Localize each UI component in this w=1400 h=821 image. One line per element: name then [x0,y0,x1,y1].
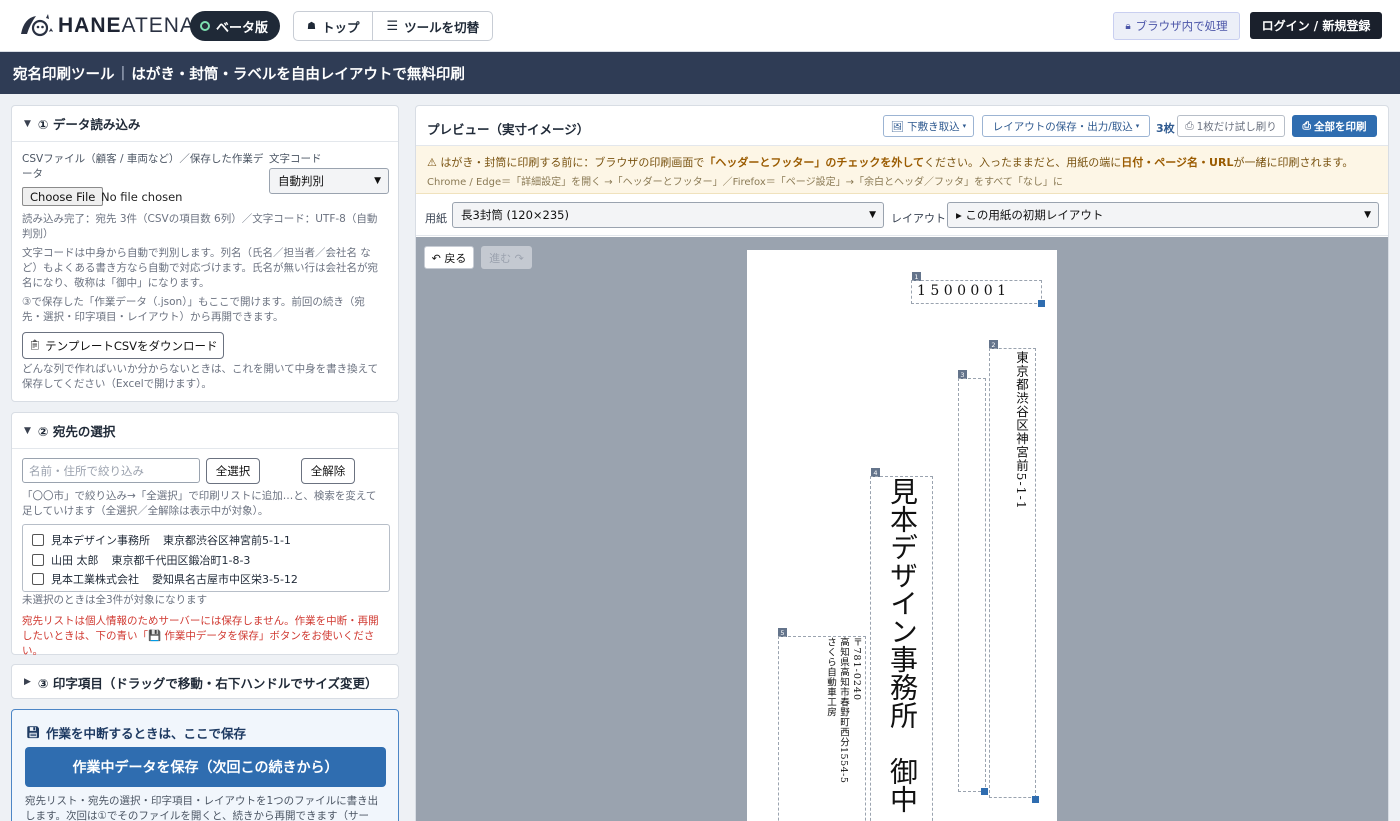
layout-select[interactable]: ▸ この用紙の初期レイアウト ▼ [947,202,1379,228]
feather-logo-icon [18,12,56,40]
layout-label: レイアウト [891,212,946,225]
notice-line-2: Chrome / Edge＝「詳細設定」を開く →「ヘッダーとフッター」／Fir… [427,177,1063,188]
logo[interactable]: HANEATENA [18,12,195,40]
status-dot-icon [200,21,210,31]
recipient-selection-section: ▼ ② 宛先の選択 名前・住所で絞り込み 全選択 全解除 「〇〇市」で絞り込み→「… [11,412,399,657]
privacy-warning: 宛先リストは個人情報のためサーバーには保存しません。作業を中断・再開したいときは… [22,615,379,657]
save-section-title: 💾︎ 作業を中断するときは、ここで保存 [26,726,246,741]
unselected-note: 未選択のときは全3件が対象になります [22,594,208,606]
recipient-selection-header[interactable]: ▼ ② 宛先の選択 [12,413,398,449]
beta-badge: ベータ版 [190,11,281,41]
redo-button[interactable]: 進む ↷ [481,246,532,269]
caret-down-icon: ▾ [1135,122,1140,130]
list-item[interactable]: 山田 太郎 東京都千代田区鍛冶町1-8-3 [32,552,250,568]
sheet-count: 3枚 [1156,122,1175,135]
page-subtitle: はがき・封筒・ラベルを自由レイアウトで無料印刷 [131,66,465,83]
template-csv-download-button[interactable]: 📋︎ テンプレートCSVをダウンロード [22,332,224,359]
chevron-down-icon: ▼ [374,176,381,186]
floppy-disk-icon: 💾︎ [26,726,40,739]
paper-settings-row: 用紙 長3封筒 (120×235) ▼ レイアウト ▸ この用紙の初期レイアウト ▼ [416,194,1388,236]
menu-icon: ☰ [386,18,399,34]
select-all-button[interactable]: 全選択 [206,458,260,484]
filter-help: 「〇〇市」で絞り込み→「全選択」で印刷リストに追加…と、検索を変えて足していけま… [22,490,377,517]
collapse-triangle-icon: ▼ [24,425,31,436]
checkbox[interactable] [32,573,44,585]
clear-all-button[interactable]: 全解除 [301,458,355,484]
preview-panel: プレビュー（実寸イメージ） 🖼︎ 下敷き取込 ▾ レイアウトの保存・出力/取込 ▾ 3… [415,105,1389,821]
paper-label: 用紙 [425,212,447,225]
charset-select[interactable]: 自動判別 ▼ [269,168,389,194]
home-icon: ☗ [307,20,316,32]
undo-button[interactable]: ↶ 戻る [424,246,474,269]
lock-icon: 🔒︎ [1125,20,1131,32]
print-items-header[interactable]: ▶ ③ 印字項目（ドラッグで移動・右下ハンドルでサイズ変更） [12,665,398,699]
print-header-notice: ⚠︎ はがき・封筒に印刷する前に：ブラウザの印刷画面で「ヘッダーとフッター」のチ… [416,146,1388,194]
chevron-down-icon: ▼ [869,210,876,220]
chevron-down-icon: ▼ [1364,210,1371,220]
recipient-name-text: 見本デザイン事務所 御中 [886,477,919,813]
nav-top-button[interactable]: ☗ トップ [294,12,372,40]
import-background-button[interactable]: 🖼︎ 下敷き取込 ▾ [883,115,974,137]
sender-address-text: 高知県高知市春野町西分1554-5 [838,637,849,784]
page-title: 宛名印刷ツール [13,66,115,83]
layout-save-menu-button[interactable]: レイアウトの保存・出力/取込 ▾ [982,115,1150,137]
notice-line-1: ⚠︎ はがき・封筒に印刷する前に：ブラウザの印刷画面で「ヘッダーとフッター」のチ… [427,156,1354,169]
nav-group: ☗ トップ ☰ ツールを切替 [293,11,494,41]
expand-triangle-icon: ▶ [24,677,31,687]
caret-down-icon: ▾ [962,122,967,130]
load-status: 読み込み完了：宛先 3件（CSVの項目数 6列）／文字コード：UTF-8（自動判… [22,213,378,240]
template-help: どんな列で作ればいいか分からないときは、これを開いて中身を書き換えて保存してくだ… [22,363,379,390]
envelope-paper: 1 1 5 0 0 0 0 1 2 東京都渋谷区神宮前5-1-1 3 4 見本デ… [747,250,1057,821]
list-item[interactable]: 見本工業株式会社 愛知県名古屋市中区栄3-5-12 [32,571,298,587]
logo-text: HANEATENA [58,14,195,37]
preview-toolbar: プレビュー（実寸イメージ） 🖼︎ 下敷き取込 ▾ レイアウトの保存・出力/取込 ▾ 3… [416,106,1388,146]
nav-switch-tool-button[interactable]: ☰ ツールを切替 [372,12,492,40]
resize-handle[interactable] [981,788,988,795]
postal-code-field[interactable]: 1 5 0 0 0 0 1 [911,280,1042,304]
save-help: 宛先リスト・宛先の選択・印字項目・レイアウトを1つのファイルに書き出します。次回… [25,795,379,821]
list-item[interactable]: 見本デザイン事務所 東京都渋谷区神宮前5-1-1 [32,532,291,548]
page-title-bar: 宛名印刷ツール | はがき・封筒・ラベルを自由レイアウトで無料印刷 [0,52,1400,94]
resize-handle[interactable] [1032,796,1039,803]
checkbox[interactable] [32,554,44,566]
save-section: 💾︎ 作業を中断するときは、ここで保存 作業中データを保存（次回この続きから） 宛… [11,709,399,821]
file-choose-button[interactable]: Choose File [22,187,104,206]
collapse-triangle-icon: ▼ [24,118,31,129]
sender-postal-text: 〒781-0240 [851,637,862,702]
printer-icon: ⎙ [1302,119,1311,132]
print-all-button[interactable]: ⎙ 全部を印刷 [1292,115,1377,137]
recipient-name-field[interactable]: 見本デザイン事務所 御中 [870,476,933,821]
checkbox[interactable] [32,534,44,546]
recipient-list: 見本デザイン事務所 東京都渋谷区神宮前5-1-1 山田 太郎 東京都千代田区鍛冶町1… [22,524,390,592]
address-text: 東京都渋谷区神宮前5-1-1 [1014,351,1029,510]
save-work-data-button[interactable]: 作業中データを保存（次回この続きから） [25,747,386,787]
preview-title: プレビュー（実寸イメージ） [427,122,590,137]
postal-code-text: 1 5 0 0 0 0 1 [917,283,1007,299]
paper-select[interactable]: 長3封筒 (120×235) ▼ [452,202,884,228]
charset-label: 文字コード [269,153,322,165]
clipboard-icon: 📋︎ [28,340,42,351]
json-help: ③で保存した「作業データ（.json）」もここで開けます。前回の続き（宛先・選択… [22,296,365,323]
printer-icon: ⎙ [1185,119,1194,132]
image-icon: 🖼︎ [890,120,905,133]
print-items-section: ▶ ③ 印字項目（ドラッグで移動・右下ハンドルでサイズ変更） [11,664,399,699]
top-header: HANEATENA ベータ版 ☗ トップ ☰ ツールを切替 🔒︎ ブラウザ内で処理 ロ… [0,0,1400,52]
empty-field[interactable] [958,378,986,792]
title-separator: | [120,65,126,81]
warning-icon: ⚠︎ [427,156,441,169]
resize-handle[interactable] [1038,300,1045,307]
data-import-section: ▼ ① データ読み込み CSVファイル（顧客 / 車両など）／保存した作業データ … [11,105,399,402]
csv-file-label: CSVファイル（顧客 / 車両など）／保存した作業データ [22,153,264,180]
charset-help: 文字コードは中身から自動で判別します。列名（氏名／担当者／会社名 など）もよくあ… [22,247,378,289]
sender-field[interactable]: 〒781-0240 高知県高知市春野町西分1554-5 さくら自動車工房 [778,636,866,821]
test-print-button[interactable]: ⎙ 1枚だけ試し刷り [1177,115,1285,137]
file-status: No file chosen [101,190,183,204]
preview-stage: ↶ 戻る 進む ↷ 1 1 5 0 0 0 0 1 2 東京都渋谷区神宮前5-1… [416,237,1388,821]
login-button[interactable]: ログイン / 新規登録 [1250,12,1382,39]
browser-processing-badge: 🔒︎ ブラウザ内で処理 [1113,12,1240,40]
address-field[interactable]: 東京都渋谷区神宮前5-1-1 [989,348,1036,798]
data-import-header[interactable]: ▼ ① データ読み込み [12,106,398,142]
recipient-filter-input[interactable]: 名前・住所で絞り込み [22,458,200,483]
sender-name-text: さくら自動車工房 [825,637,836,717]
